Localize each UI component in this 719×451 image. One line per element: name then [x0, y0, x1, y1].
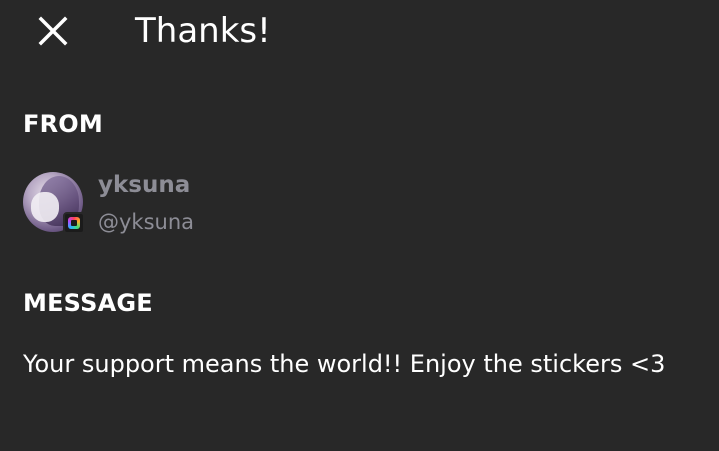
message-text: Your support means the world!! Enjoy the…	[23, 350, 666, 378]
close-button[interactable]	[34, 12, 72, 50]
sender-display-name: yksuna	[98, 172, 191, 198]
from-label: FROM	[23, 110, 103, 138]
message-label: MESSAGE	[23, 289, 153, 317]
supporter-badge-icon	[63, 212, 85, 234]
page-title: Thanks!	[135, 11, 271, 51]
sender-profile[interactable]: yksuna @yksuna	[23, 168, 323, 234]
close-icon	[38, 16, 68, 46]
sender-handle: @yksuna	[98, 210, 195, 234]
